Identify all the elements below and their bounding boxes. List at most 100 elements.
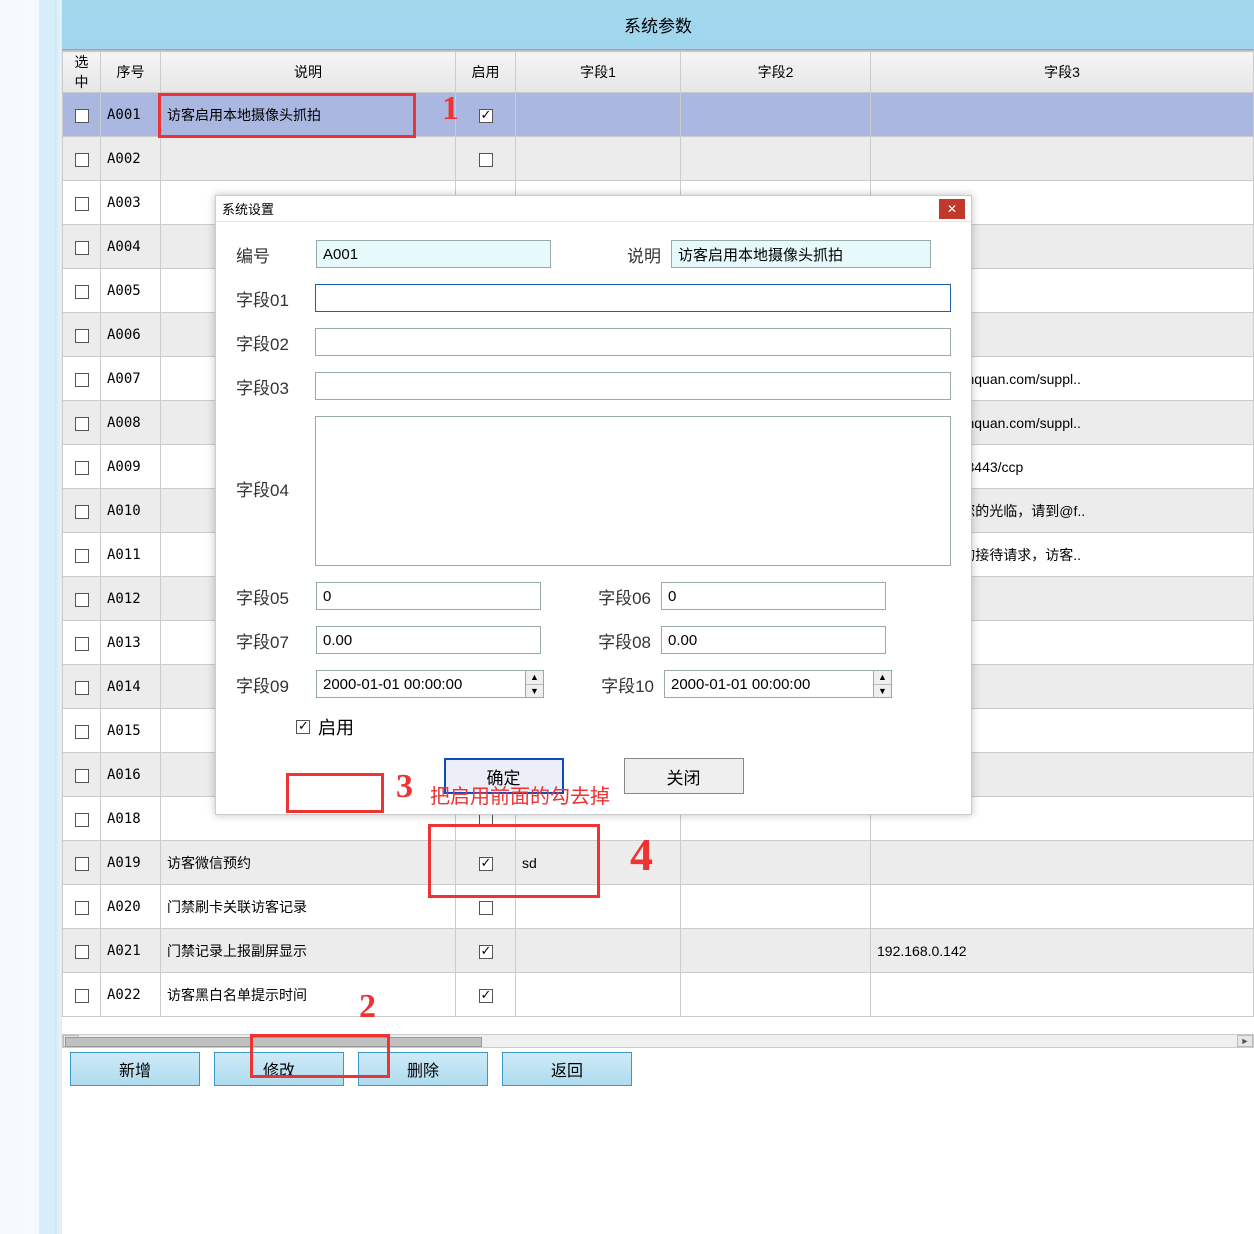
- scroll-thumb[interactable]: [65, 1037, 482, 1047]
- col-field2[interactable]: 字段2: [681, 52, 871, 93]
- delete-button[interactable]: 删除: [358, 1052, 488, 1086]
- row-checkbox[interactable]: [75, 241, 89, 255]
- table-row[interactable]: A020门禁刷卡关联访客记录: [63, 885, 1254, 929]
- cell-no: A014: [101, 665, 161, 709]
- dialog-title: 系统设置: [222, 199, 274, 218]
- row-checkbox[interactable]: [75, 637, 89, 651]
- cell-desc: 门禁记录上报副屏显示: [161, 929, 456, 973]
- cell-no: A016: [101, 753, 161, 797]
- cell-f1: [516, 137, 681, 181]
- table-row[interactable]: A001访客启用本地摄像头抓拍: [63, 93, 1254, 137]
- row-checkbox[interactable]: [75, 681, 89, 695]
- cell-no: A006: [101, 313, 161, 357]
- row-checkbox[interactable]: [75, 505, 89, 519]
- col-select[interactable]: 选中: [63, 52, 101, 93]
- cell-f1: [516, 973, 681, 1017]
- input-f09-text[interactable]: [316, 670, 526, 698]
- input-f10[interactable]: ▲▼: [664, 670, 892, 698]
- row-checkbox[interactable]: [75, 549, 89, 563]
- add-button[interactable]: 新增: [70, 1052, 200, 1086]
- cell-f2: [681, 841, 871, 885]
- enable-checkbox[interactable]: [479, 901, 493, 915]
- cell-desc: 访客启用本地摄像头抓拍: [161, 93, 456, 137]
- close-icon[interactable]: ✕: [939, 199, 965, 219]
- table-row[interactable]: A019访客微信预约sd: [63, 841, 1254, 885]
- label-f05: 字段05: [236, 584, 306, 609]
- row-checkbox[interactable]: [75, 197, 89, 211]
- cell-no: A012: [101, 577, 161, 621]
- row-checkbox[interactable]: [75, 593, 89, 607]
- table-row[interactable]: A002: [63, 137, 1254, 181]
- horizontal-scrollbar[interactable]: ◄ ►: [62, 1034, 1254, 1048]
- input-f03[interactable]: [315, 372, 951, 400]
- row-checkbox[interactable]: [75, 901, 89, 915]
- input-f10-text[interactable]: [664, 670, 874, 698]
- col-no[interactable]: 序号: [101, 52, 161, 93]
- row-checkbox[interactable]: [75, 769, 89, 783]
- cell-no: A015: [101, 709, 161, 753]
- row-checkbox[interactable]: [75, 153, 89, 167]
- row-checkbox[interactable]: [75, 813, 89, 827]
- label-f04: 字段04: [236, 476, 305, 501]
- cell-no: A003: [101, 181, 161, 225]
- input-f08[interactable]: [661, 626, 886, 654]
- table-row[interactable]: A022访客黑白名单提示时间: [63, 973, 1254, 1017]
- cell-no: A020: [101, 885, 161, 929]
- input-no[interactable]: [316, 240, 551, 268]
- spin-down-icon[interactable]: ▼: [874, 685, 891, 698]
- enable-checkbox[interactable]: [296, 720, 310, 734]
- cell-f1: [516, 93, 681, 137]
- row-checkbox[interactable]: [75, 945, 89, 959]
- row-checkbox[interactable]: [75, 417, 89, 431]
- table-header: 选中 序号 说明 启用 字段1 字段2 字段3: [63, 52, 1254, 93]
- row-checkbox[interactable]: [75, 285, 89, 299]
- close-button[interactable]: 关闭: [624, 758, 744, 794]
- cell-no: A007: [101, 357, 161, 401]
- enable-checkbox[interactable]: [479, 989, 493, 1003]
- cell-desc: 访客黑白名单提示时间: [161, 973, 456, 1017]
- cell-f2: [681, 137, 871, 181]
- cell-f2: [681, 929, 871, 973]
- input-f06[interactable]: [661, 582, 886, 610]
- col-desc[interactable]: 说明: [161, 52, 456, 93]
- cell-f3: [871, 841, 1254, 885]
- cell-f3: 192.168.0.142: [871, 929, 1254, 973]
- cell-f1: [516, 929, 681, 973]
- scroll-right-icon[interactable]: ►: [1237, 1035, 1253, 1047]
- cell-f3: [871, 885, 1254, 929]
- col-field1[interactable]: 字段1: [516, 52, 681, 93]
- enable-checkbox[interactable]: [479, 857, 493, 871]
- row-checkbox[interactable]: [75, 857, 89, 871]
- dialog-titlebar[interactable]: 系统设置 ✕: [216, 196, 971, 222]
- enable-checkbox[interactable]: [479, 945, 493, 959]
- settings-dialog: 系统设置 ✕ 编号 说明 字段01 字段02 字段03: [215, 195, 972, 815]
- row-checkbox[interactable]: [75, 989, 89, 1003]
- spin-down-icon[interactable]: ▼: [526, 685, 543, 698]
- row-checkbox[interactable]: [75, 725, 89, 739]
- col-field3[interactable]: 字段3: [871, 52, 1254, 93]
- label-f03: 字段03: [236, 374, 305, 399]
- spin-up-icon[interactable]: ▲: [526, 671, 543, 685]
- label-no: 编号: [236, 242, 306, 267]
- cell-no: A001: [101, 93, 161, 137]
- input-f01[interactable]: [315, 284, 951, 312]
- row-checkbox[interactable]: [75, 109, 89, 123]
- row-checkbox[interactable]: [75, 461, 89, 475]
- input-f02[interactable]: [315, 328, 951, 356]
- input-f07[interactable]: [316, 626, 541, 654]
- input-f05[interactable]: [316, 582, 541, 610]
- input-f04[interactable]: [315, 416, 951, 566]
- table-row[interactable]: A021门禁记录上报副屏显示192.168.0.142: [63, 929, 1254, 973]
- edit-button[interactable]: 修改: [214, 1052, 344, 1086]
- row-checkbox[interactable]: [75, 373, 89, 387]
- row-checkbox[interactable]: [75, 329, 89, 343]
- ok-button[interactable]: 确定: [444, 758, 564, 794]
- enable-checkbox[interactable]: [479, 153, 493, 167]
- spin-up-icon[interactable]: ▲: [874, 671, 891, 685]
- col-enable[interactable]: 启用: [456, 52, 516, 93]
- enable-checkbox[interactable]: [479, 109, 493, 123]
- cell-no: A008: [101, 401, 161, 445]
- input-f09[interactable]: ▲▼: [316, 670, 544, 698]
- input-desc[interactable]: [671, 240, 931, 268]
- back-button[interactable]: 返回: [502, 1052, 632, 1086]
